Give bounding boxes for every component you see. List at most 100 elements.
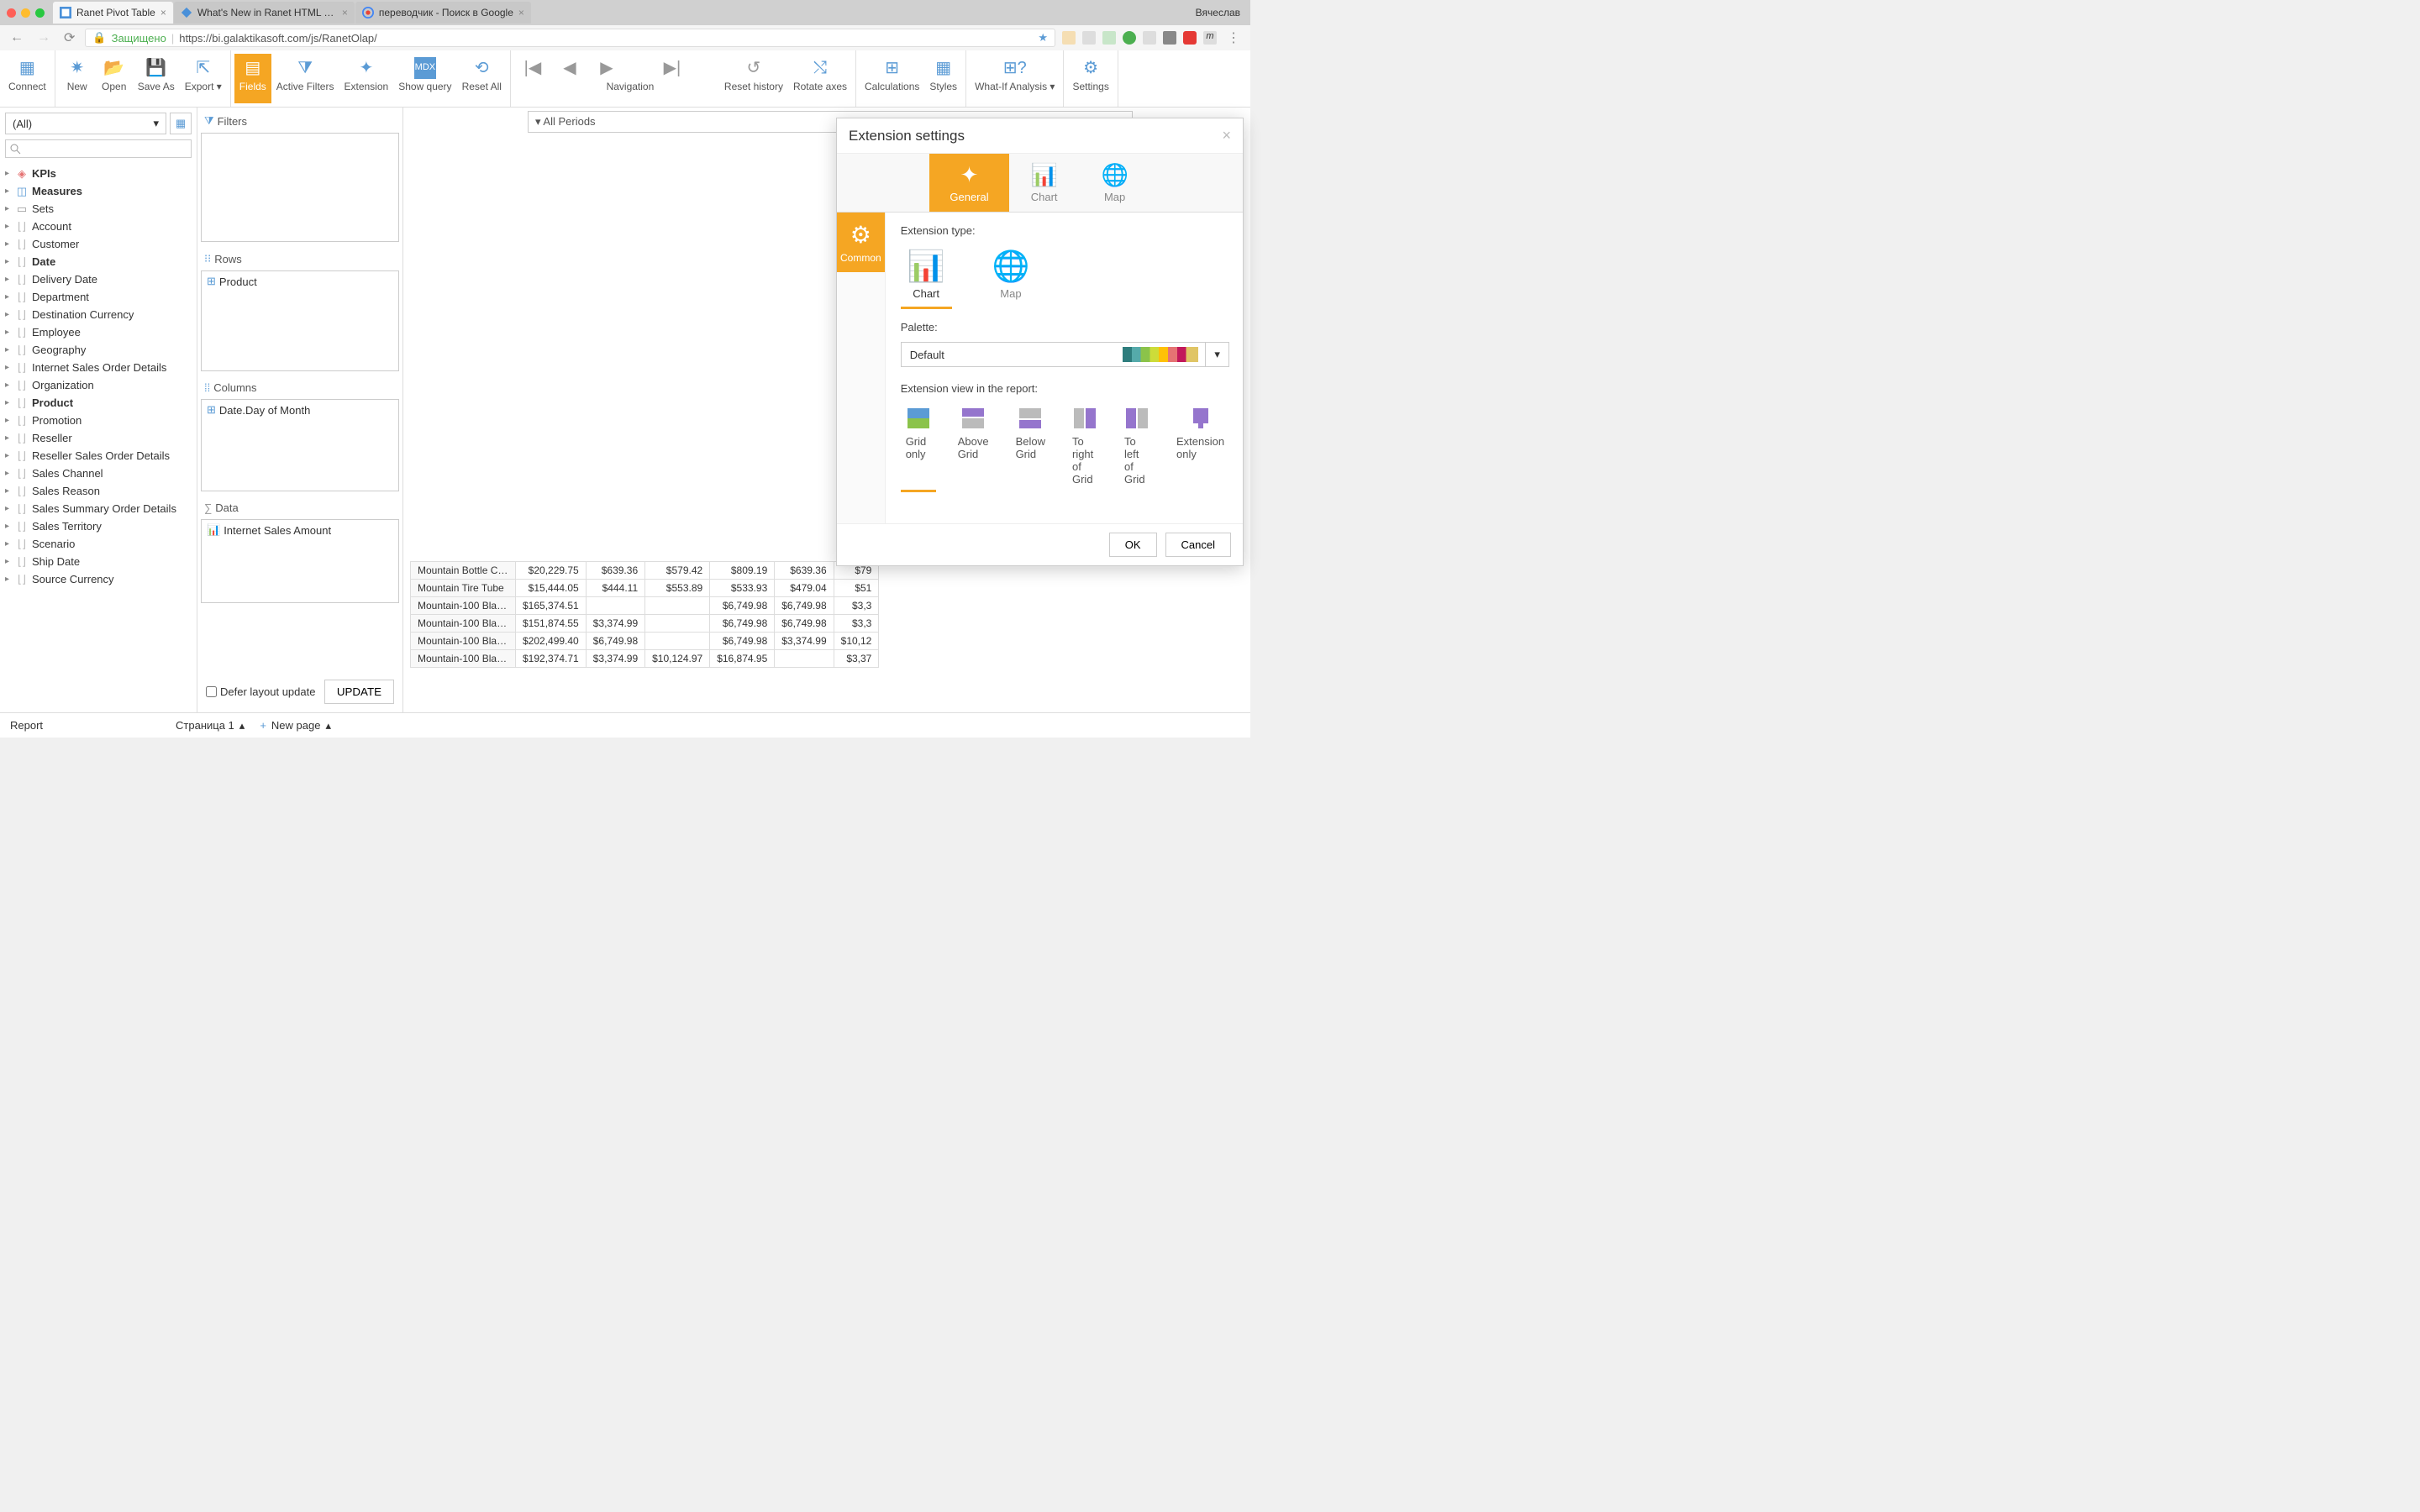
tree-item[interactable]: ▸⌊⌋Account	[5, 218, 192, 235]
reset-all-button[interactable]: ⟲Reset All	[457, 54, 507, 103]
cell[interactable]: $579.42	[645, 562, 710, 580]
cancel-button[interactable]: Cancel	[1165, 533, 1231, 557]
reset-history-button[interactable]: ↺Reset history	[719, 54, 788, 103]
connect-button[interactable]: ▦Connect	[3, 54, 51, 103]
tree-item[interactable]: ▸◫Measures	[5, 182, 192, 200]
cell[interactable]: $165,374.51	[516, 597, 587, 615]
view-option-4[interactable]: To left of Grid	[1119, 403, 1155, 492]
nav-prev-button[interactable]: ◀	[551, 54, 588, 103]
calculations-button[interactable]: ⊞Calculations	[860, 54, 924, 103]
tree-item[interactable]: ▸⌊⌋Sales Summary Order Details	[5, 500, 192, 517]
rotate-axes-button[interactable]: ⤭Rotate axes	[788, 54, 852, 103]
palette-select[interactable]: Default ▾	[901, 342, 1229, 367]
tree-item[interactable]: ▸⌊⌋Date	[5, 253, 192, 270]
cell[interactable]: $15,444.05	[516, 580, 587, 597]
cell[interactable]	[586, 597, 644, 615]
view-option-0[interactable]: Grid only	[901, 403, 936, 492]
cell[interactable]: $3,3	[834, 597, 879, 615]
row-header[interactable]: Mountain-100 Blac...	[411, 615, 516, 633]
row-header[interactable]: Mountain Bottle Cage	[411, 562, 516, 580]
cell[interactable]	[645, 633, 710, 650]
cell[interactable]: $6,749.98	[710, 633, 775, 650]
minimize-window-button[interactable]	[21, 8, 30, 18]
cell[interactable]: $3,374.99	[586, 615, 644, 633]
cell[interactable]: $479.04	[775, 580, 834, 597]
browser-tab-2[interactable]: What's New in Ranet HTML Piv ×	[174, 2, 355, 24]
cell[interactable]: $192,374.71	[516, 650, 587, 668]
tree-item[interactable]: ▸⌊⌋Ship Date	[5, 553, 192, 570]
ext-icon-3[interactable]	[1102, 31, 1116, 45]
fields-button[interactable]: ▤Fields	[234, 54, 271, 103]
columns-item[interactable]: ⊞Date.Day of Month	[202, 400, 398, 420]
ext-icon-6[interactable]	[1163, 31, 1176, 45]
tab-close-icon[interactable]: ×	[160, 7, 166, 18]
tree-item[interactable]: ▸▭Sets	[5, 200, 192, 218]
row-header[interactable]: Mountain Tire Tube	[411, 580, 516, 597]
cell[interactable]: $639.36	[775, 562, 834, 580]
cell[interactable]: $3,37	[834, 650, 879, 668]
defer-checkbox[interactable]: Defer layout update	[206, 685, 315, 698]
tree-item[interactable]: ▸⌊⌋Product	[5, 394, 192, 412]
tree-item[interactable]: ▸⌊⌋Customer	[5, 235, 192, 253]
perspective-select[interactable]: (All)▾	[5, 113, 166, 134]
nav-next-button[interactable]: ▶	[588, 54, 625, 103]
cell[interactable]: $51	[834, 580, 879, 597]
bookmark-star-icon[interactable]: ★	[1038, 31, 1048, 45]
tree-item[interactable]: ▸⌊⌋Sales Channel	[5, 465, 192, 482]
view-option-5[interactable]: Extension only	[1171, 403, 1229, 492]
active-filters-button[interactable]: ⧩Active Filters	[271, 54, 339, 103]
back-button[interactable]: ←	[7, 30, 27, 45]
data-zone[interactable]: 📊Internet Sales Amount	[201, 519, 399, 603]
url-field[interactable]: 🔒 Защищено | https://bi.galaktikasoft.co…	[85, 29, 1055, 47]
ext-type-map[interactable]: 🌐Map	[986, 245, 1037, 309]
settings-button[interactable]: ⚙Settings	[1067, 54, 1113, 103]
row-header[interactable]: Mountain-100 Blac...	[411, 597, 516, 615]
cell[interactable]: $6,749.98	[710, 615, 775, 633]
defer-checkbox-input[interactable]	[206, 686, 217, 697]
cell[interactable]: $16,874.95	[710, 650, 775, 668]
ext-icon-7[interactable]	[1183, 31, 1197, 45]
cell[interactable]: $202,499.40	[516, 633, 587, 650]
ext-icon-2[interactable]	[1082, 31, 1096, 45]
chevron-down-icon[interactable]: ▾	[1205, 343, 1228, 366]
browser-tab-3[interactable]: переводчик - Поиск в Google ×	[355, 2, 531, 24]
browser-tab-1[interactable]: Ranet Pivot Table ×	[53, 2, 173, 24]
cell[interactable]: $3,374.99	[586, 650, 644, 668]
styles-button[interactable]: ▦Styles	[924, 54, 962, 103]
nav-last-button[interactable]: ▶|Navigation	[625, 54, 719, 103]
ext-icon-5[interactable]	[1143, 31, 1156, 45]
rows-zone[interactable]: ⊞Product	[201, 270, 399, 371]
cell[interactable]: $10,124.97	[645, 650, 710, 668]
tree-item[interactable]: ▸⌊⌋Reseller Sales Order Details	[5, 447, 192, 465]
cell[interactable]: $6,749.98	[710, 597, 775, 615]
cell[interactable]: $10,12	[834, 633, 879, 650]
close-icon[interactable]: ×	[1222, 127, 1231, 144]
field-search-input[interactable]	[5, 139, 192, 158]
open-button[interactable]: 📂Open	[96, 54, 133, 103]
tab-general[interactable]: ✦General	[929, 154, 1008, 212]
row-header[interactable]: Mountain-100 Blac...	[411, 650, 516, 668]
update-button[interactable]: UPDATE	[324, 680, 394, 704]
tab-close-icon[interactable]: ×	[518, 7, 524, 18]
nav-first-button[interactable]: |◀	[514, 54, 551, 103]
cell[interactable]: $809.19	[710, 562, 775, 580]
ext-icon-8[interactable]: m	[1203, 31, 1217, 45]
tab-map[interactable]: 🌐Map	[1080, 154, 1150, 212]
new-page-button[interactable]: +New page▴	[260, 719, 331, 732]
ext-icon-4[interactable]	[1123, 31, 1136, 45]
tree-item[interactable]: ▸⌊⌋Reseller	[5, 429, 192, 447]
tree-item[interactable]: ▸⌊⌋Sales Territory	[5, 517, 192, 535]
columns-zone[interactable]: ⊞Date.Day of Month	[201, 399, 399, 491]
row-header[interactable]: Mountain-100 Blac...	[411, 633, 516, 650]
cell[interactable]: $3,3	[834, 615, 879, 633]
whatif-button[interactable]: ⊞?What-If Analysis ▾	[970, 54, 1060, 103]
cell[interactable]: $533.93	[710, 580, 775, 597]
cell[interactable]: $6,749.98	[775, 597, 834, 615]
data-item[interactable]: 📊Internet Sales Amount	[202, 520, 398, 540]
view-option-1[interactable]: Above Grid	[953, 403, 994, 492]
ext-icon-1[interactable]	[1062, 31, 1076, 45]
cell[interactable]: $553.89	[645, 580, 710, 597]
tree-item[interactable]: ▸⌊⌋Internet Sales Order Details	[5, 359, 192, 376]
tree-item[interactable]: ▸◈KPIs	[5, 165, 192, 182]
cell[interactable]	[645, 597, 710, 615]
